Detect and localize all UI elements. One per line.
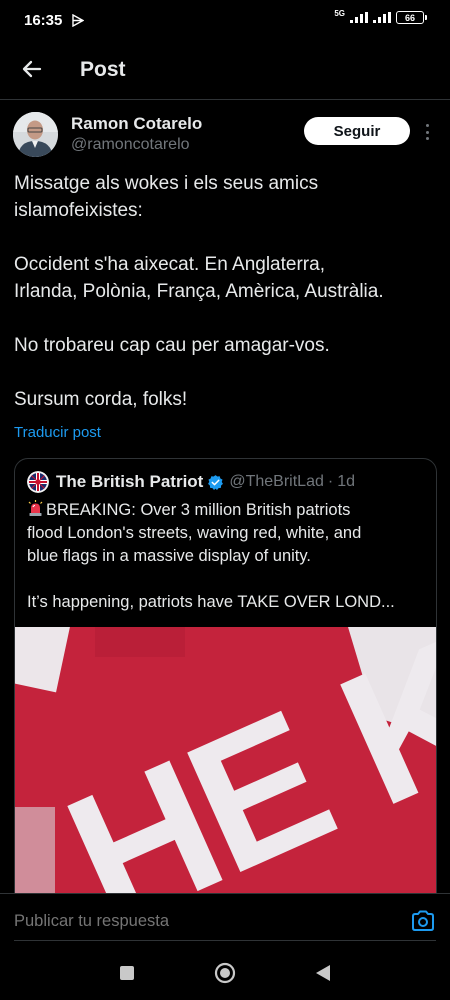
reply-bar [0, 893, 450, 947]
status-time: 16:35 [24, 12, 63, 29]
quote-time-separator: · [327, 473, 334, 490]
post-line: Occident s'ha aixecat. En Anglaterra, [14, 254, 325, 275]
quote-author-name: The British Patriot [56, 472, 204, 491]
recents-icon[interactable] [119, 965, 135, 981]
quote-line: blue flags in a massive display of unity… [27, 547, 312, 565]
quote-line: BREAKING: Over 3 million British patriot… [46, 501, 351, 519]
page-title: Post [80, 58, 126, 81]
app-header: Post [0, 40, 450, 100]
post-author: Ramon Cotarelo @ramoncotarelo Seguir [13, 112, 438, 162]
quote-author-handle: @TheBritLad [229, 473, 324, 490]
post-line: Irlanda, Polònia, França, Amèrica, Austr… [14, 281, 384, 302]
camera-icon[interactable] [411, 910, 435, 932]
cast-icon [72, 14, 84, 27]
signal-icon [350, 12, 368, 23]
avatar[interactable] [13, 112, 58, 157]
home-icon[interactable] [214, 962, 236, 984]
post-line: Missatge als wokes i els seus amics [14, 173, 319, 194]
translate-post-link[interactable]: Traducir post [14, 424, 101, 441]
network-type: 5G [334, 9, 345, 18]
status-indicators: 5G 66 [334, 9, 427, 24]
verified-icon [208, 474, 224, 490]
quoted-post[interactable]: The British Patriot @TheBritLad · 1d BRE… [14, 458, 437, 908]
flag-image: HE K [15, 627, 436, 907]
follow-button[interactable]: Seguir [304, 117, 410, 145]
back-arrow-icon[interactable] [20, 57, 44, 81]
reply-input[interactable] [14, 912, 374, 931]
quote-time: 1d [337, 473, 355, 490]
post-text: Missatge als wokes i els seus amics isla… [14, 170, 434, 413]
quote-avatar [27, 471, 49, 493]
back-triangle-icon[interactable] [315, 964, 331, 982]
battery-level: 66 [404, 12, 415, 23]
quote-header: The British Patriot @TheBritLad · 1d [27, 471, 427, 493]
reply-divider [14, 940, 436, 941]
system-nav-bar [0, 947, 450, 1000]
siren-icon [28, 500, 43, 516]
quote-video[interactable]: HE K [15, 627, 436, 907]
post-line: No trobareu cap cau per amagar-vos. [14, 335, 330, 356]
more-icon[interactable] [423, 122, 431, 142]
quote-line: flood London's streets, waving red, whit… [27, 524, 362, 542]
signal-icon-2 [373, 12, 391, 23]
post-line: Sursum corda, folks! [14, 389, 188, 410]
author-handle[interactable]: @ramoncotarelo [71, 136, 190, 154]
battery-icon: 66 [396, 11, 427, 24]
post-line: islamofeixistes: [14, 200, 143, 221]
quote-line: It’s happening, patriots have TAKE OVER … [27, 593, 395, 611]
status-bar: 16:35 5G 66 [0, 0, 450, 40]
quote-text: BREAKING: Over 3 million British patriot… [27, 499, 427, 614]
author-name[interactable]: Ramon Cotarelo [71, 114, 202, 134]
